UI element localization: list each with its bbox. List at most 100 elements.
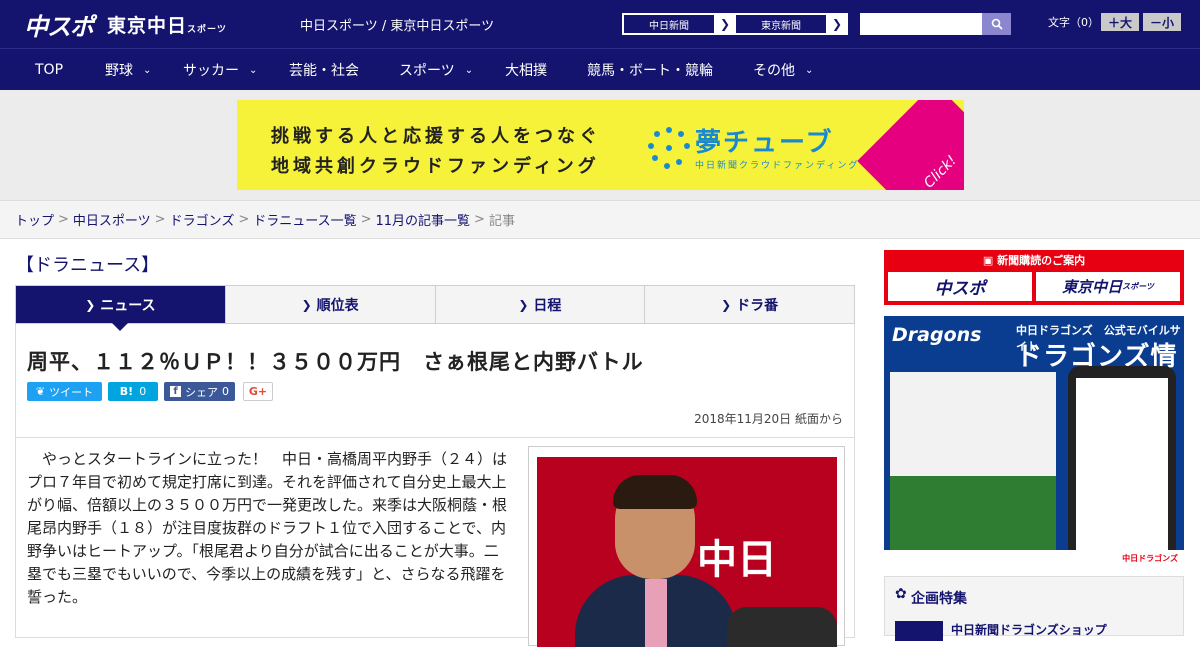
baseball-field-graphic [890,476,1056,556]
chevron-right-icon: ❯ [719,17,731,31]
article-header: 周平、１１２％ＵＰ！！３５００万円 さぁ根尾と内野バトル ❦ ツイート B! 0 f… [15,324,855,438]
article-text: やっとスタートラインに立った！ 中日・高橋周平内野手（２４）はプロ７年目で初めて… [27,450,508,606]
nav-other[interactable]: その他 ⌄ [753,49,813,91]
chevron-down-icon: ⌄ [143,64,152,76]
fb-label: シェア [185,385,218,399]
nav-label: 大相撲 [505,63,547,79]
nav-sumo[interactable]: 大相撲 [505,49,547,91]
breadcrumb: トップ > 中日スポーツ > ドラゴンズ > ドラニュース一覧 > 11月の記事一覧 > … [0,200,1200,239]
subscribe-chuspo-button[interactable]: 中スポ [888,272,1032,301]
subscribe-tokyo-chunichi-button[interactable]: 東京中日 スポーツ [1036,272,1180,301]
ad-brand-sub: 中日新聞クラウドファンディング [695,161,860,171]
breadcrumb-top[interactable]: トップ [15,210,54,229]
tab-label: 順位表 [316,297,359,314]
twitter-bird-icon: ❦ [35,385,46,398]
tweet-label: ツイート [49,385,94,399]
chevron-right-icon: ❯ [721,297,732,312]
fb-count: 0 [222,385,229,398]
tab-standings[interactable]: ❯ 順位表 [224,286,435,323]
site-title-link[interactable]: 中日スポーツ / 東京中日スポーツ [300,15,494,34]
logo-tokyo-chunichi: 東京中日スポーツ [107,14,227,37]
search-input[interactable] [860,13,982,35]
breadcrumb-chunichi-sports[interactable]: 中日スポーツ [73,210,151,229]
main-nav: TOP 野球 ⌄ サッカー ⌄ 芸能・社会 スポーツ ⌄ 大相撲 競馬・ボート・競輪 … [0,48,1200,90]
tab-schedule[interactable]: ❯ 日程 [434,286,645,323]
nav-racing[interactable]: 競馬・ボート・競輪 [587,49,713,91]
tokyo-shimbun-button[interactable]: 東京新聞 ❯ [734,13,848,35]
photo-tie [645,579,667,647]
breadcrumb-current: 記事 [488,214,515,229]
photo-hair [613,475,697,509]
nav-soccer[interactable]: サッカー ⌄ [183,49,257,91]
newspaper-icon: ▣ [982,254,998,267]
chevron-down-icon: ⌄ [805,64,814,76]
chunichi-shimbun-button[interactable]: 中日新聞 ❯ [622,13,736,35]
hatena-bookmark-button[interactable]: B! 0 [108,382,158,401]
chevron-down-icon: ⌄ [464,64,474,76]
crowdfunding-ad-banner[interactable]: 挑戦する人と応援する人をつなぐ 地域共創クラウドファンディング 夢チューブ 中日… [237,100,964,190]
article-headline: 周平、１１２％ＵＰ！！３５００万円 さぁ根尾と内野バトル [27,350,644,374]
nav-label: 野球 [105,63,133,79]
nav-label: スポーツ [399,63,455,79]
tokyo-shimbun-label: 東京新聞 [735,14,827,34]
tab-news[interactable]: ❯ ニュース [16,286,225,331]
ad-line-1: 挑戦する人と応援する人をつなぐ [271,126,601,147]
section-tabs: ❯ ニュース ❯ 順位表 ❯ 日程 ❯ ドラ番 [15,285,855,331]
feature-title: 企画特集 [911,591,967,607]
article-body: やっとスタートラインに立った！ 中日・高橋周平内野手（２４）はプロ７年目で初めて… [15,438,855,647]
chevron-right-icon: ❯ [831,17,843,31]
dragons-mobile-banner[interactable]: Dragons 中日ドラゴンズ 公式モバイルサイト ドラゴンズ情報 中日ドラゴン… [884,316,1184,566]
tweet-button[interactable]: ❦ ツイート [27,382,102,401]
nav-sports[interactable]: スポーツ ⌄ [399,49,473,91]
hatena-count: 0 [139,385,147,398]
logo-chuspo: 中スポ [24,12,94,41]
facebook-share-button[interactable]: f シェア 0 [164,382,235,401]
google-plus-button[interactable]: G+ [243,382,273,401]
photo-microphones [727,607,837,647]
feature-thumb[interactable] [895,621,943,641]
article-photo-frame: 中日 [528,446,845,647]
chunichi-shimbun-label: 中日新聞 [623,14,715,34]
font-size-label: 文字（0） [1048,16,1099,29]
nav-label: 芸能・社会 [289,63,359,79]
nav-entertainment[interactable]: 芸能・社会 [289,49,359,91]
subscription-header: ▣ 新聞購読のご案内 [982,254,1086,267]
font-smaller-button[interactable]: －小 [1143,13,1181,31]
breadcrumb-november[interactable]: 11月の記事一覧 [376,210,471,229]
nav-label: その他 [753,63,795,79]
article-photo[interactable]: 中日 [537,457,837,647]
search-icon [991,18,1003,30]
breadcrumb-dragons[interactable]: ドラゴンズ [170,210,235,229]
article-dateline: 2018年11月20日 紙面から [694,412,843,426]
section-title: 【ドラニュース】 [16,255,160,276]
ribbon-icon: ✿ [895,586,907,602]
ad-line-2: 地域共創クラウドファンディング [271,156,600,177]
ad-area: 挑戦する人と応援する人をつなぐ 地域共創クラウドファンディング 夢チューブ 中日… [0,90,1200,200]
hatena-icon: B! [119,385,134,398]
ad-brand: 夢チューブ [695,128,834,158]
phone-screen-graphic [1076,378,1168,550]
tab-label: ニュース [100,297,156,314]
dragons-logo: Dragons [892,324,982,346]
mobile-footer: 中日ドラゴンズ [884,550,1184,566]
dots-logo-icon [648,127,690,169]
tab-draban[interactable]: ❯ ドラ番 [644,286,854,323]
nav-label: サッカー [183,63,239,79]
nav-baseball[interactable]: 野球 ⌄ [105,49,151,91]
font-bigger-button[interactable]: ＋大 [1101,13,1139,31]
top-header: 中スポ 東京中日スポーツ 中日スポーツ / 東京中日スポーツ 中日新聞 ❯ 東京… [0,0,1200,48]
search-button[interactable] [982,13,1011,35]
breadcrumb-dra-news[interactable]: ドラニュース一覧 [253,210,356,229]
site-logo[interactable]: 中スポ 東京中日スポーツ [24,8,227,41]
feature-box: ✿ 企画特集 中日新聞ドラゴンズショップ [884,576,1184,641]
tab-label: ドラ番 [736,297,779,314]
nav-label: 競馬・ボート・競輪 [587,63,713,79]
tab-label: 日程 [533,297,562,314]
chevron-right-icon: ❯ [85,297,96,312]
subscription-banner[interactable]: ▣ 新聞購読のご案内 中スポ 東京中日 スポーツ [884,250,1184,305]
chevron-down-icon: ⌄ [249,64,258,76]
facebook-icon: f [170,386,181,397]
nav-top[interactable]: TOP [35,49,63,91]
ad-click-corner [857,100,964,190]
nav-label: TOP [35,62,64,78]
